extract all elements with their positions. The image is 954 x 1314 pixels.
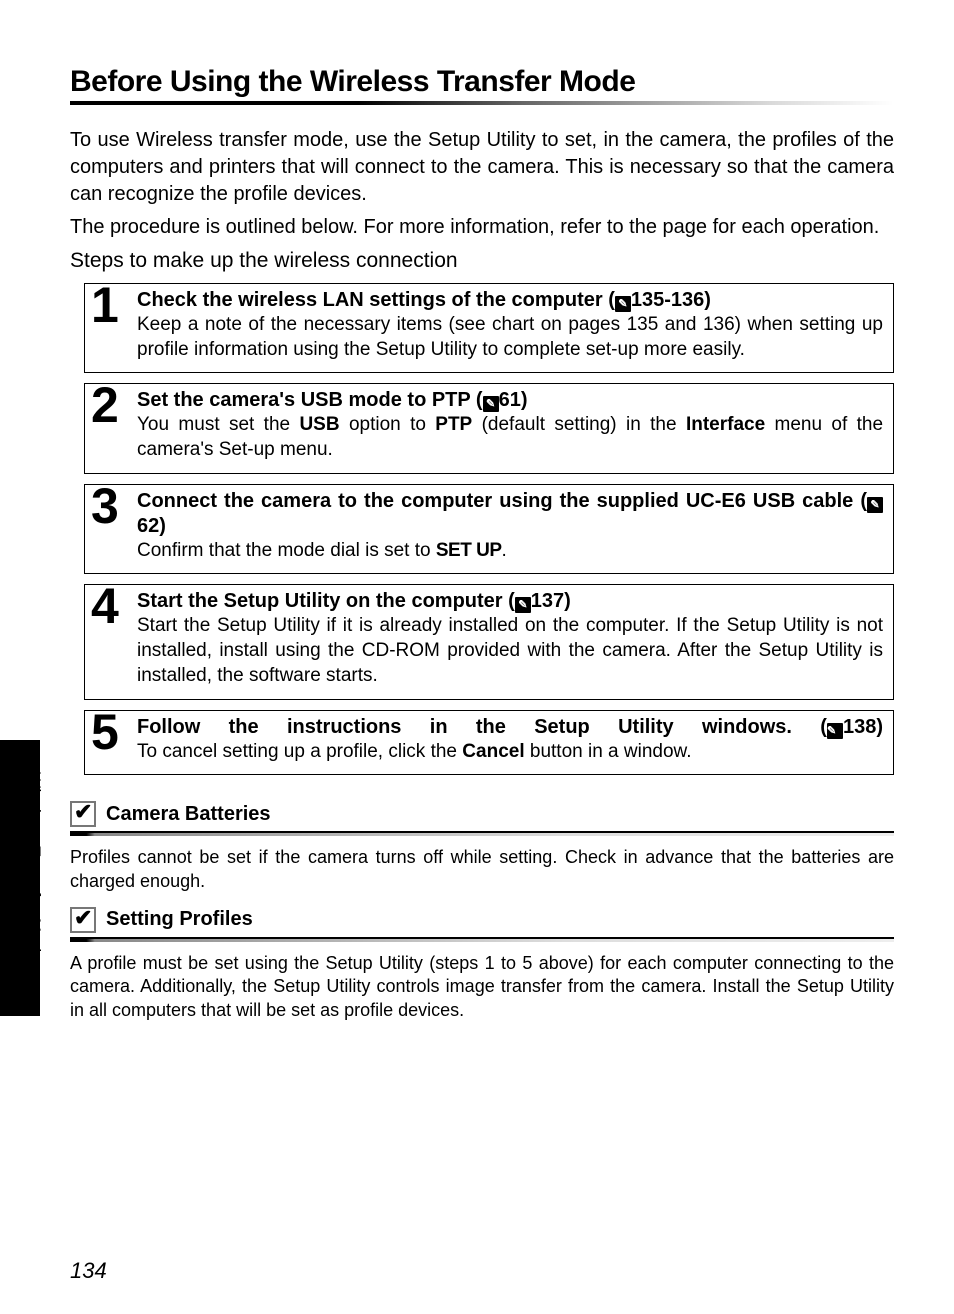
intro-paragraph-1: To use Wireless transfer mode, use the S… [70,127,894,208]
note-camera-batteries: Camera Batteries Profiles cannot be set … [70,801,894,893]
step-title-text: Check the wireless LAN settings of the c… [137,289,615,311]
step-title-text: Follow the instructions in the Setup Uti… [137,716,827,738]
step-title-ref: 135-136) [631,289,711,311]
step-number: 5 [91,707,119,757]
step-body: You must set the USB option to PTP (defa… [137,413,883,462]
step-title-ref: 138) [843,716,883,738]
intro-paragraph-2: The procedure is outlined below. For mor… [70,214,894,241]
step-number: 3 [91,481,119,531]
page-ref-icon: ✎ [827,723,843,739]
note-setting-profiles: Setting Profiles A profile must be set u… [70,907,894,1022]
note-body: Profiles cannot be set if the camera tur… [70,846,894,893]
page-ref-icon: ✎ [483,396,499,412]
note-title: Camera Batteries [106,803,271,826]
step-title-ref: 61) [499,389,528,411]
step-number: 4 [91,581,119,631]
step-body: To cancel setting up a profile, click th… [137,740,883,765]
step-body-post: . [502,540,507,561]
step-box-4: 4 Start the Setup Utility on the compute… [84,584,894,699]
step-box-5: 5 Follow the instructions in the Setup U… [84,710,894,776]
page-ref-icon: ✎ [867,497,883,513]
step-body: Start the Setup Utility if it is already… [137,614,883,688]
step-number: 1 [91,280,119,330]
page-number: 134 [70,1258,107,1284]
step-body: Confirm that the mode dial is set to SET… [137,539,883,564]
divider [70,937,894,942]
page-ref-icon: ✎ [615,296,631,312]
check-icon [70,801,96,827]
step-title: Connect the camera to the computer using… [137,489,883,539]
step-title-text: Start the Setup Utility on the computer … [137,590,515,612]
mode-dial-setup-label: SET UP [436,540,502,561]
step-title-ref: 137) [531,590,571,612]
step-title: Start the Setup Utility on the computer … [137,589,883,614]
step-body-pre: Confirm that the mode dial is set to [137,540,436,561]
step-title: Set the camera's USB mode to PTP (✎61) [137,388,883,413]
step-title: Check the wireless LAN settings of the c… [137,288,883,313]
divider [70,831,894,836]
step-title-ref: 62) [137,515,166,537]
page-ref-icon: ✎ [515,597,531,613]
note-title: Setting Profiles [106,908,253,931]
step-title-text: Connect the camera to the computer using… [137,490,867,512]
step-number: 2 [91,380,119,430]
steps-subheading: Steps to make up the wireless connection [70,249,894,273]
note-body: A profile must be set using the Setup Ut… [70,952,894,1022]
step-box-2: 2 Set the camera's USB mode to PTP (✎61)… [84,383,894,473]
step-body: Keep a note of the necessary items (see … [137,313,883,362]
step-box-1: 1 Check the wireless LAN settings of the… [84,283,894,373]
section-heading: Before Using the Wireless Transfer Mode [70,65,894,103]
check-icon [70,907,96,933]
step-title: Follow the instructions in the Setup Uti… [137,715,883,740]
step-box-3: 3 Connect the camera to the computer usi… [84,484,894,575]
step-title-text: Set the camera's USB mode to PTP ( [137,389,483,411]
